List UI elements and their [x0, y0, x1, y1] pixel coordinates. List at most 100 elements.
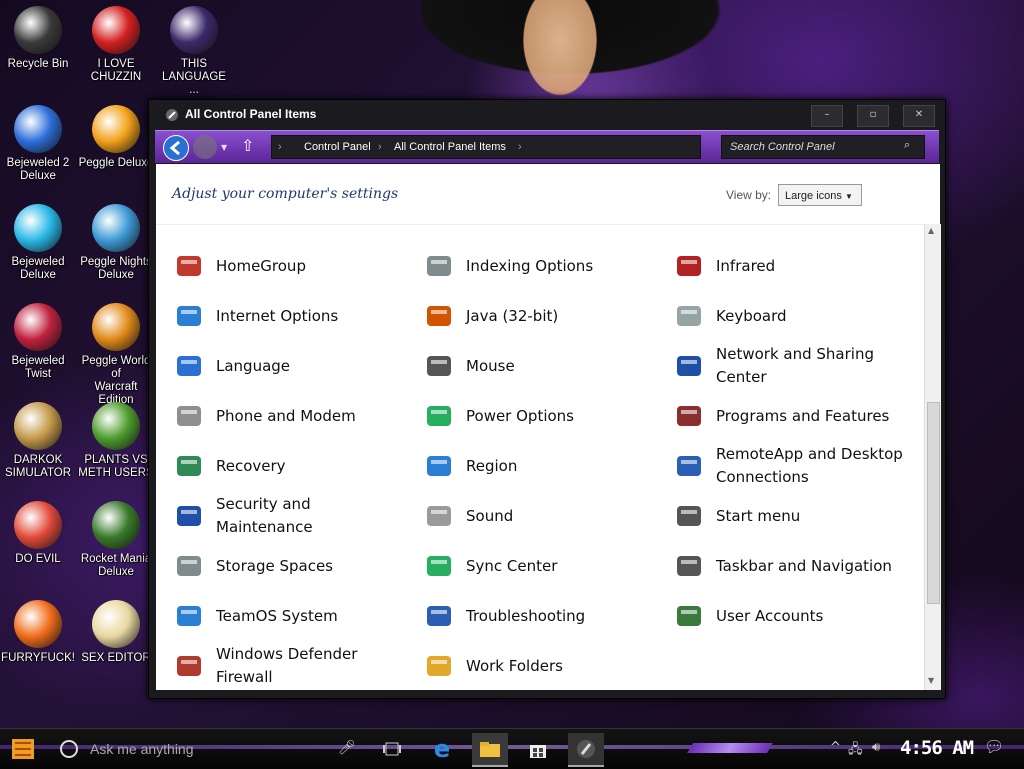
control-panel-item[interactable]: Taskbar and Navigation	[672, 546, 912, 586]
control-panel-item[interactable]: Sync Center	[422, 546, 662, 586]
programs-icon	[672, 399, 706, 433]
microphone-icon[interactable]: 🎤︎	[338, 739, 356, 756]
breadcrumb-all-items[interactable]: All Control Panel Items	[394, 141, 506, 153]
action-center-icon[interactable]: 💬︎	[984, 737, 1004, 756]
control-panel-item[interactable]: Start menu	[672, 496, 912, 536]
control-panel-taskbar-icon[interactable]	[568, 733, 604, 767]
cortana-search-box[interactable]: Ask me anything 🎤︎	[50, 733, 360, 765]
desktop-icon[interactable]: DO EVIL	[0, 501, 76, 566]
breadcrumb-control-panel[interactable]: Control Panel	[304, 141, 371, 153]
control-panel-window[interactable]: All Control Panel Items – ▫ ✕ ▼ ⇧ › Cont…	[148, 99, 946, 699]
desktop-icon[interactable]: PLANTS VS METH USERS	[78, 402, 154, 480]
desktop-icon-label: Bejeweled	[11, 355, 65, 367]
desktop-icon[interactable]: Peggle World of Warcraft Edition	[78, 303, 154, 407]
content-header: Adjust your computer's settings View by:…	[156, 164, 940, 225]
volume-icon[interactable]: 🔊︎	[872, 740, 880, 755]
desktop-icon[interactable]: Bejeweled 2 Deluxe	[0, 105, 76, 183]
desktop-icon[interactable]: Peggle Deluxe	[78, 105, 154, 170]
control-panel-item[interactable]: Indexing Options	[422, 246, 662, 286]
address-bar[interactable]: › Control Panel › All Control Panel Item…	[271, 135, 701, 159]
desktop-icon[interactable]: DARKOK SIMULATOR	[0, 402, 76, 480]
desktop-icon-image	[170, 6, 218, 54]
desktop-icon[interactable]: Recycle Bin	[0, 6, 76, 71]
desktop-icon-label: PLANTS VS	[84, 454, 148, 466]
desktop-icon-label: Deluxe	[98, 269, 134, 281]
desktop-icon-label: Recycle Bin	[7, 58, 69, 70]
control-panel-content: Adjust your computer's settings View by:…	[156, 164, 941, 690]
control-panel-item[interactable]: Region	[422, 446, 662, 486]
scroll-up-icon[interactable]: ▲	[928, 226, 934, 235]
desktop-icon-label: LANGUAGE ...	[162, 71, 226, 96]
desktop-icon[interactable]: FURRYFUCK!	[0, 600, 76, 665]
start-button[interactable]	[6, 733, 40, 765]
desktop-icon-image	[14, 105, 62, 153]
minimize-button[interactable]: –	[811, 105, 843, 127]
desktop-icon[interactable]: Bejeweled Deluxe	[0, 204, 76, 282]
control-panel-item[interactable]: Security and Maintenance	[172, 495, 412, 536]
work-folders-icon	[422, 649, 456, 683]
clock[interactable]: 4:56 AM	[900, 737, 974, 759]
control-panel-item[interactable]: Network and Sharing Center	[672, 345, 912, 386]
desktop-icon-label: Rocket Mania	[80, 553, 152, 565]
desktop-icon-label: THIS	[180, 58, 208, 70]
control-panel-item[interactable]: TeamOS System	[172, 596, 412, 636]
control-panel-item[interactable]: Power Options	[422, 396, 662, 436]
desktop-icon-label: I LOVE	[97, 58, 135, 70]
close-button[interactable]: ✕	[903, 105, 935, 127]
remoteapp-icon	[672, 449, 706, 483]
scrollbar-thumb[interactable]	[927, 402, 940, 604]
control-panel-item[interactable]: Mouse	[422, 346, 662, 386]
recent-pages-icon[interactable]: ▼	[221, 143, 227, 152]
control-panel-item[interactable]: User Accounts	[672, 596, 912, 636]
phone-icon	[172, 399, 206, 433]
edge-browser-icon[interactable]: e	[424, 733, 460, 765]
view-by-label: View by:	[726, 188, 772, 202]
control-panel-item[interactable]: Language	[172, 346, 412, 386]
control-panel-item[interactable]: Recovery	[172, 446, 412, 486]
up-button[interactable]: ⇧	[241, 136, 254, 155]
control-panel-item-label: Language	[216, 356, 291, 375]
forward-button[interactable]	[193, 135, 217, 159]
control-panel-item[interactable]: Keyboard	[672, 296, 912, 336]
control-panel-item-label: Sync Center	[466, 556, 558, 575]
control-panel-item[interactable]: Work Folders	[422, 646, 662, 686]
back-button[interactable]	[163, 135, 189, 161]
sound-icon	[422, 499, 456, 533]
control-panel-item-label: Taskbar and Navigation	[716, 556, 892, 575]
control-panel-item[interactable]: Troubleshooting	[422, 596, 662, 636]
search-input[interactable]: Search Control Panel ⌕	[721, 135, 925, 159]
desktop-icon[interactable]: Peggle Nights Deluxe	[78, 204, 154, 282]
control-panel-item[interactable]: Programs and Features	[672, 396, 912, 436]
desktop-icon[interactable]: Rocket Mania Deluxe	[78, 501, 154, 579]
control-panel-item[interactable]: Phone and Modem	[172, 396, 412, 436]
window-titlebar[interactable]: All Control Panel Items – ▫ ✕	[149, 100, 945, 130]
scroll-down-icon[interactable]: ▼	[928, 676, 934, 685]
control-panel-item[interactable]: Java (32-bit)	[422, 296, 662, 336]
desktop-icon[interactable]: I LOVE CHUZZIN	[78, 6, 154, 84]
search-icon: ⌕	[904, 139, 911, 151]
control-panel-item-label: Network and Sharing Center	[716, 345, 874, 386]
task-view-icon[interactable]	[374, 733, 410, 765]
maximize-button[interactable]: ▫	[857, 105, 889, 127]
show-hidden-icons[interactable]: ^	[830, 740, 841, 755]
store-icon[interactable]	[520, 733, 556, 765]
control-panel-item[interactable]: Infrared	[672, 246, 912, 286]
vertical-scrollbar[interactable]: ▲ ▼	[924, 224, 941, 690]
desktop-icon[interactable]: Bejeweled Twist	[0, 303, 76, 381]
file-explorer-icon[interactable]	[472, 733, 508, 767]
control-panel-item[interactable]: Internet Options	[172, 296, 412, 336]
desktop-icon-image	[92, 6, 140, 54]
control-panel-item[interactable]: Sound	[422, 496, 662, 536]
desktop-icon-image	[14, 303, 62, 351]
view-by-value: Large icons	[785, 190, 842, 202]
control-panel-item[interactable]: Windows Defender Firewall	[172, 645, 412, 686]
control-panel-item-label: Java (32-bit)	[466, 306, 559, 325]
desktop-icon-image	[14, 402, 62, 450]
control-panel-item[interactable]: RemoteApp and Desktop Connections	[672, 445, 912, 486]
desktop-icon[interactable]: THIS LANGUAGE ...	[156, 6, 232, 97]
view-by-dropdown[interactable]: Large icons ▼	[778, 184, 862, 206]
control-panel-item[interactable]: HomeGroup	[172, 246, 412, 286]
network-icon[interactable]: 🖧︎	[848, 740, 863, 762]
desktop-icon[interactable]: SEX EDITOR	[78, 600, 154, 665]
control-panel-item[interactable]: Storage Spaces	[172, 546, 412, 586]
